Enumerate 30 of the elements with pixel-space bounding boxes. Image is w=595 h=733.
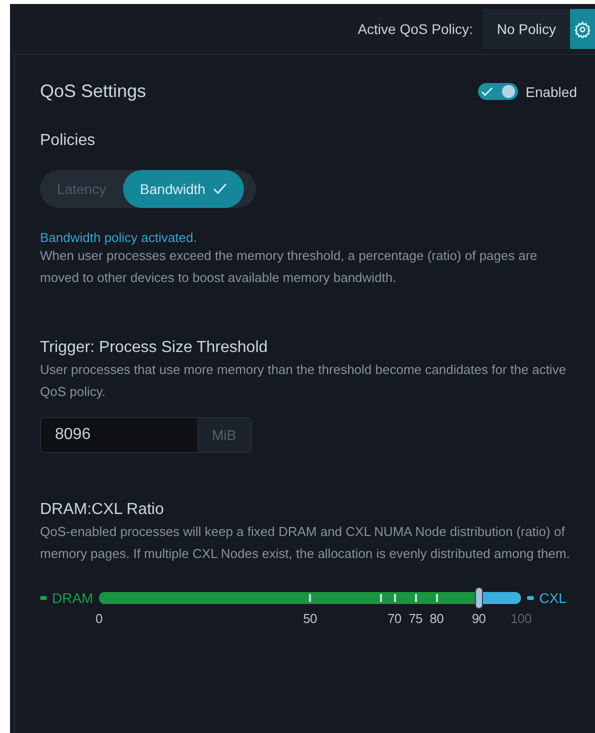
tick-label: 50: [303, 611, 317, 626]
unit-label: MiB: [197, 418, 251, 452]
tick-label: 70: [387, 611, 402, 626]
tick-label: 80: [430, 611, 444, 626]
check-icon: [480, 86, 493, 96]
dram-label: DRAM: [40, 590, 94, 606]
section-title: Trigger: Process Size Threshold: [40, 339, 269, 357]
policy-description: When user processes exceed the memory threshold, a percentage (ratio) of pages are moved to other devices to boost available memory bandwidth.: [40, 247, 538, 287]
enabled-toggle[interactable]: [478, 83, 518, 100]
settings-icon: [574, 20, 591, 38]
tick-label: 0: [96, 611, 102, 626]
tick-label: 90: [472, 611, 486, 626]
threshold-field[interactable]: 8096 MiB: [40, 417, 252, 453]
toggle-label: Enabled: [526, 84, 577, 100]
policy-option[interactable]: Bandwidth: [123, 170, 244, 208]
active-policy: No Policy: [482, 9, 570, 49]
ratio-slider[interactable]: [99, 587, 522, 609]
section-title: DRAM:CXL Ratio: [40, 501, 165, 519]
tick-label: 100: [510, 611, 532, 626]
settings-button[interactable]: [570, 9, 595, 49]
check-icon: [213, 183, 228, 195]
section-title: Policies: [40, 132, 96, 150]
settings-title: QoS Settings: [40, 81, 146, 102]
cxl-label: CXL: [527, 590, 566, 606]
policy-label: Active QoS Policy:: [358, 21, 473, 37]
slider-thumb[interactable]: [475, 587, 484, 609]
ratio-description: QoS-enabled processes will keep a fixed DRAM and CXL NUMA Node distribution (ratio) of memory pages. If multiple CXL Nodes exist, the allocation is evenly distributed among them.: [40, 523, 571, 563]
tick-label: 75: [408, 611, 422, 626]
threshold-description: User processes that use more memory than the threshold become candidates for the active QoS policy.: [40, 361, 568, 401]
policy-status: Bandwidth policy activated.: [40, 230, 198, 245]
